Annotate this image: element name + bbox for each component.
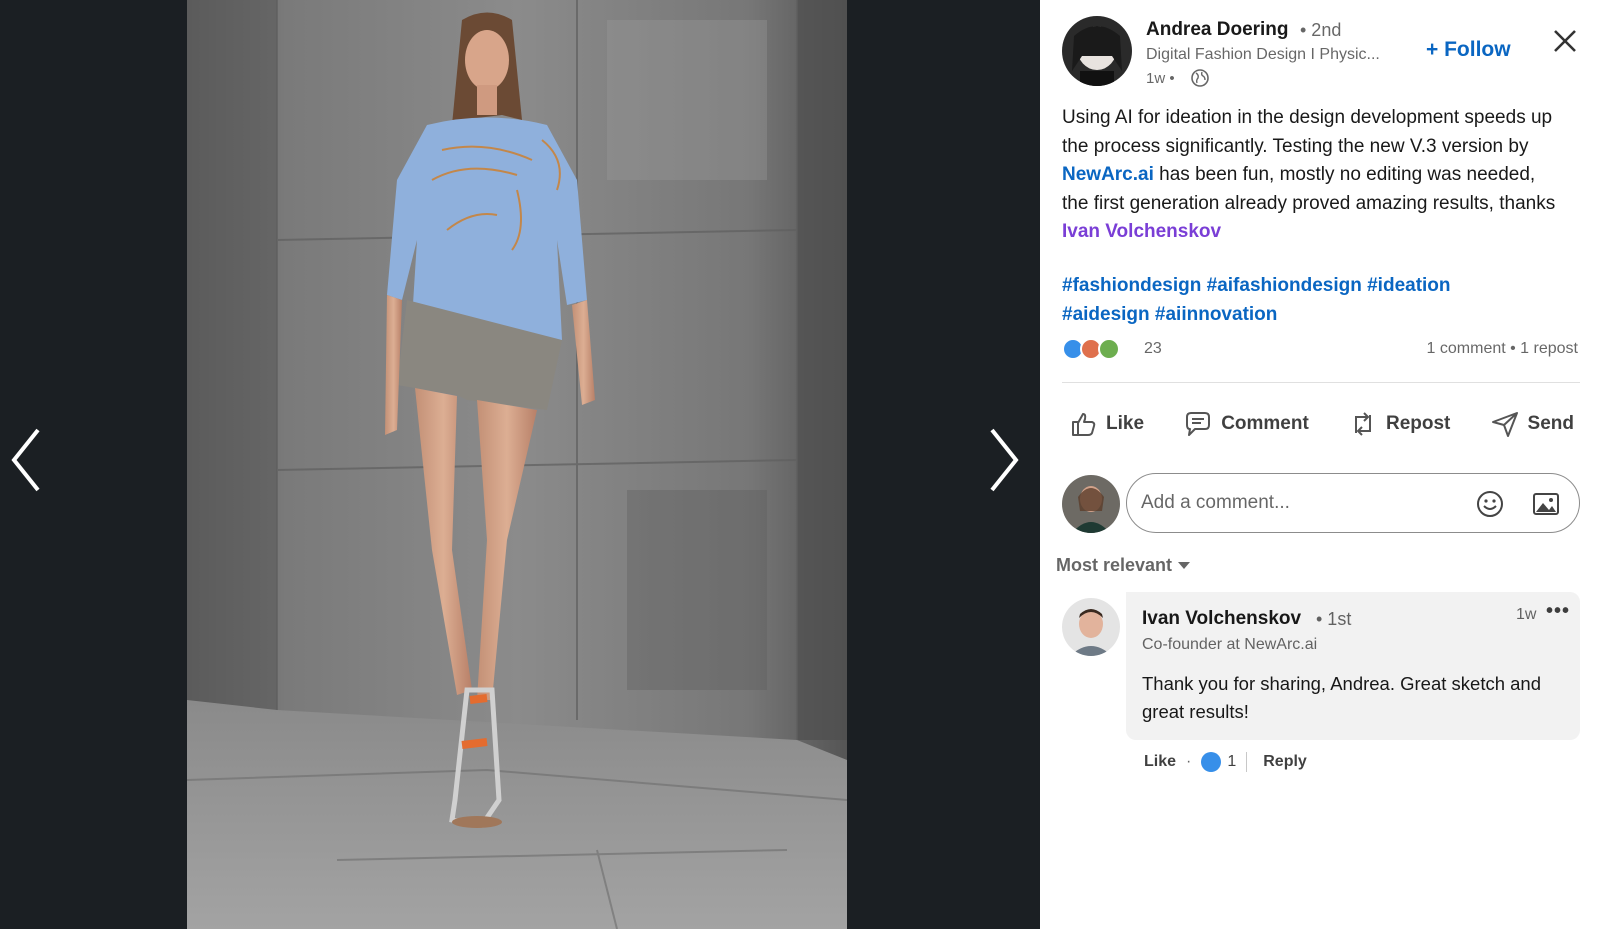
sort-dropdown[interactable]: Most relevant [1056, 555, 1191, 576]
comment-time: 1w [1516, 606, 1537, 623]
author-degree: • 2nd [1300, 20, 1342, 40]
post-detail-panel: Andrea Doering • 2nd Digital Fashion Des… [1040, 0, 1600, 929]
post-text-part1: Using AI for ideation in the design deve… [1062, 107, 1553, 157]
comment-label: Comment [1221, 413, 1309, 434]
support-reaction-icon [1098, 338, 1120, 360]
hashtags-line1[interactable]: #fashiondesign #aifashiondesign #ideatio… [1062, 272, 1562, 301]
comment-reaction-count[interactable]: 1 [1227, 753, 1236, 771]
post-stats[interactable]: 1 comment • 1 repost [1427, 340, 1578, 358]
commenter-photo [1062, 598, 1120, 656]
fashion-photo [187, 0, 847, 929]
divider [1246, 752, 1248, 772]
close-button[interactable] [1550, 26, 1580, 56]
hashtags: #fashiondesign #aifashiondesign #ideatio… [1062, 272, 1562, 329]
previous-image-button[interactable] [0, 420, 50, 500]
post-image [187, 0, 847, 929]
author-headline: Digital Fashion Design I Physic... [1146, 46, 1380, 63]
author-photo [1062, 16, 1132, 86]
send-button[interactable]: Send [1484, 400, 1580, 448]
post-body: Using AI for ideation in the design deve… [1062, 104, 1562, 247]
action-bar: Like Comment Repost Send [1062, 400, 1580, 448]
sort-label: Most relevant [1056, 555, 1173, 575]
chevron-left-icon [11, 428, 40, 492]
author-name[interactable]: Andrea Doering [1146, 19, 1289, 41]
globe-icon [1191, 69, 1209, 87]
like-button[interactable]: Like [1062, 400, 1150, 448]
comment-input[interactable] [1141, 488, 1461, 518]
mention-link[interactable]: Ivan Volchenskov [1062, 221, 1221, 242]
commenter-degree: • 1st [1316, 609, 1352, 629]
comment-text: Thank you for sharing, Andrea. Great ske… [1142, 673, 1542, 722]
separator-dot: · [1186, 753, 1192, 770]
image-viewer [0, 0, 1040, 929]
reaction-count: 23 [1144, 340, 1162, 357]
repost-label: Repost [1385, 413, 1451, 434]
comment-actions: Like · 1 Reply [1144, 748, 1307, 776]
next-image-button[interactable] [980, 420, 1030, 500]
caret-down-icon [1178, 561, 1191, 569]
commenter-avatar[interactable] [1062, 598, 1120, 656]
divider [1062, 382, 1580, 383]
hashtags-line2[interactable]: #aidesign #aiinnovation [1062, 301, 1562, 330]
current-user-avatar [1062, 475, 1120, 533]
current-user-photo [1062, 475, 1120, 533]
follow-button[interactable]: + Follow [1426, 38, 1511, 62]
comment-more-button[interactable]: ••• [1546, 600, 1570, 623]
comment-like-button[interactable]: Like [1144, 753, 1176, 771]
commenter-headline: Co-founder at NewArc.ai [1142, 636, 1318, 653]
image-icon[interactable] [1531, 489, 1561, 519]
send-icon [1491, 412, 1518, 437]
author-avatar[interactable] [1062, 16, 1132, 86]
reply-button[interactable]: Reply [1263, 753, 1307, 771]
comment-button[interactable]: Comment [1177, 400, 1315, 448]
comment-bubble: Ivan Volchenskov • 1st Co-founder at New… [1126, 592, 1580, 740]
thumbs-up-icon [1072, 413, 1096, 436]
like-reaction-icon [1201, 752, 1222, 772]
post-time: 1w • [1146, 70, 1175, 87]
comment-icon [1186, 412, 1211, 436]
send-label: Send [1527, 413, 1574, 434]
newarc-link[interactable]: NewArc.ai [1062, 164, 1154, 185]
comment-input-box [1126, 473, 1580, 533]
emoji-icon[interactable] [1475, 489, 1505, 519]
repost-icon [1354, 412, 1371, 436]
close-icon [1554, 30, 1576, 52]
like-label: Like [1106, 413, 1145, 434]
commenter-name[interactable]: Ivan Volchenskov [1142, 608, 1301, 630]
chevron-right-icon [990, 428, 1019, 492]
repost-button[interactable]: Repost [1342, 400, 1456, 448]
